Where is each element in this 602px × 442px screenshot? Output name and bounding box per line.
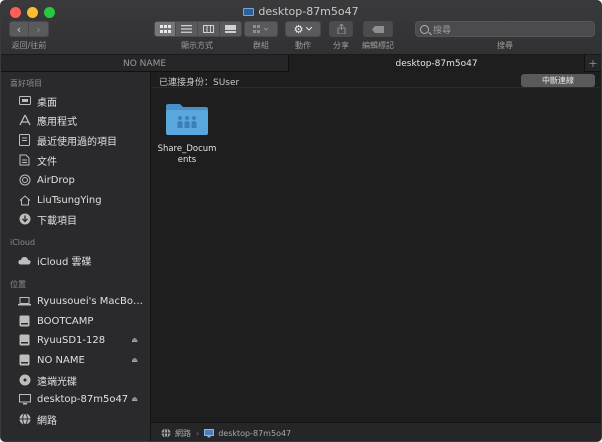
- search-placeholder: 搜尋: [433, 25, 452, 36]
- disc-icon: [18, 374, 31, 387]
- new-tab-button[interactable]: +: [584, 55, 601, 72]
- icloud-header: iCloud: [10, 238, 36, 247]
- search-icon: [420, 24, 429, 34]
- back-button[interactable]: ‹: [9, 21, 29, 37]
- sidebar-item-applications[interactable]: 應用程式: [18, 112, 146, 128]
- drive-icon: [18, 354, 31, 367]
- share-button[interactable]: [329, 21, 353, 37]
- monitor-icon: [204, 428, 215, 437]
- path-segment-desktop[interactable]: desktop-87m5o47: [218, 429, 291, 438]
- list-icon: [181, 25, 192, 33]
- tag-icon: [372, 25, 384, 33]
- sidebar-item-icloud-drive[interactable]: iCloud 雲碟: [18, 252, 146, 268]
- documents-icon: [18, 154, 31, 167]
- drive-icon: [18, 315, 31, 328]
- eject-icon[interactable]: ⏏: [131, 336, 138, 344]
- search-label: 搜尋: [497, 41, 513, 50]
- search-field[interactable]: 搜尋: [415, 21, 595, 37]
- desktop-icon: [18, 95, 31, 108]
- sidebar-item-desktop[interactable]: 桌面: [18, 93, 146, 109]
- group-button[interactable]: [244, 21, 278, 37]
- sidebar-item-recents[interactable]: 最近使用過的項目: [18, 132, 146, 148]
- tab-desktop[interactable]: desktop-87m5o47: [289, 55, 585, 72]
- grid-icon: [159, 25, 171, 33]
- favorites-header: 喜好項目: [10, 79, 42, 88]
- sidebar-item-downloads[interactable]: 下載項目: [18, 211, 146, 227]
- content-area: 已連接身份：SUser 中斷連線 Share_Docum ents: [151, 72, 601, 422]
- drive-icon: [18, 334, 31, 347]
- forward-button[interactable]: ›: [29, 21, 49, 37]
- path-bar: 網路 › desktop-87m5o47: [151, 422, 601, 441]
- toolbar: desktop-87m5o47 ‹ › 返回/往前 顯示方式 群組 ⚙ 動作 分…: [1, 1, 601, 55]
- group-icon: [253, 25, 269, 33]
- gallery-view-button[interactable]: [220, 21, 242, 37]
- share-icon: [337, 24, 345, 34]
- airdrop-icon: [18, 174, 31, 187]
- gallery-icon: [225, 25, 236, 33]
- icon-view-button[interactable]: [154, 21, 176, 37]
- columns-icon: [203, 25, 214, 33]
- home-icon: [18, 194, 31, 207]
- list-view-button[interactable]: [176, 21, 198, 37]
- eject-icon[interactable]: ⏏: [131, 356, 138, 364]
- column-view-button[interactable]: [198, 21, 220, 37]
- path-separator-icon: ›: [196, 428, 200, 438]
- eject-icon[interactable]: ⏏: [131, 395, 138, 403]
- sidebar-item-home[interactable]: LiuTsungYing: [18, 192, 146, 208]
- applications-icon: [18, 114, 31, 127]
- group-label: 群組: [253, 41, 269, 50]
- tab-bar: NO NAME desktop-87m5o47 +: [1, 55, 601, 72]
- sidebar: 喜好項目 桌面 應用程式 最近使用過的項目 文件 AirDrop LiuTsun…: [1, 72, 151, 441]
- sidebar-item-macbook[interactable]: Ryuusouei's MacBoo...: [18, 293, 146, 309]
- laptop-icon: [18, 295, 31, 308]
- sidebar-item-documents[interactable]: 文件: [18, 152, 146, 168]
- path-segment-network[interactable]: 網路: [175, 428, 191, 439]
- network-icon: [161, 428, 171, 438]
- share-label: 分享: [333, 41, 349, 50]
- action-button[interactable]: ⚙: [285, 21, 321, 37]
- chevron-down-icon: [306, 27, 313, 31]
- shared-folder-icon: [166, 104, 208, 135]
- nav-label: 返回/往前: [11, 41, 47, 50]
- monitor-icon: [18, 393, 31, 406]
- file-name: Share_Docum ents: [157, 144, 217, 165]
- tab-no-name[interactable]: NO NAME: [1, 55, 290, 72]
- nav-buttons: ‹ ›: [9, 21, 49, 37]
- sidebar-item-remote-disc[interactable]: 遠端光碟: [18, 372, 146, 388]
- sidebar-item-desktop-87m5o47[interactable]: desktop-87m5o47 ⏏: [18, 391, 146, 407]
- view-buttons: [154, 21, 242, 37]
- tags-label: 編輯標記: [362, 41, 394, 50]
- window-title: desktop-87m5o47: [1, 5, 601, 18]
- sidebar-item-bootcamp[interactable]: BOOTCAMP: [18, 313, 146, 329]
- file-item[interactable]: Share_Docum ents: [151, 72, 223, 172]
- recents-icon: [18, 134, 31, 147]
- cloud-icon: [18, 254, 31, 267]
- monitor-icon: [243, 8, 255, 16]
- sidebar-item-no-name[interactable]: NO NAME ⏏: [18, 352, 146, 368]
- disconnect-button[interactable]: 中斷連線: [521, 74, 595, 87]
- downloads-icon: [18, 213, 31, 226]
- sidebar-item-network[interactable]: 網路: [18, 411, 146, 427]
- sidebar-item-airdrop[interactable]: AirDrop: [18, 172, 146, 188]
- finder-window: desktop-87m5o47 ‹ › 返回/往前 顯示方式 群組 ⚙ 動作 分…: [0, 0, 602, 442]
- locations-header: 位置: [10, 280, 26, 289]
- network-icon: [18, 413, 31, 426]
- sidebar-item-ryuusd[interactable]: RyuuSD1-128 ⏏: [18, 332, 146, 348]
- gear-icon: ⚙: [293, 22, 304, 36]
- view-label: 顯示方式: [181, 41, 213, 50]
- tags-button[interactable]: [363, 21, 393, 37]
- action-label: 動作: [295, 41, 311, 50]
